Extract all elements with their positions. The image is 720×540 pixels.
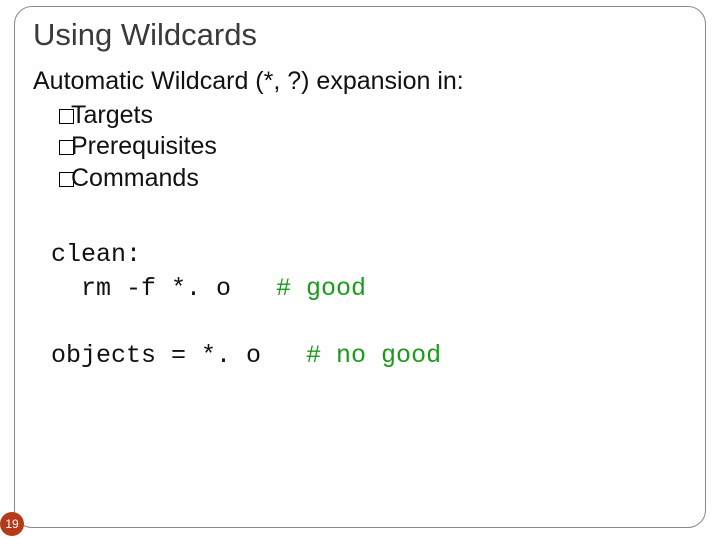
- code-comment: # no good: [306, 341, 441, 370]
- code-text: rm -f *. o: [51, 274, 276, 303]
- list-item: Prerequisites: [59, 131, 705, 162]
- code-example-2: objects = *. o # no good: [33, 305, 705, 370]
- slide-title: Using Wildcards: [15, 7, 705, 53]
- code-line: clean:: [51, 238, 705, 272]
- slide-body: Automatic Wildcard (*, ?) expansion in: …: [15, 53, 705, 370]
- code-example-1: clean: rm -f *. o # good: [33, 194, 705, 306]
- intro-text: Automatic Wildcard (*, ?) expansion in:: [33, 67, 705, 96]
- bullet-list: Targets Prerequisites Commands: [33, 96, 705, 194]
- slide-frame: Using Wildcards Automatic Wildcard (*, ?…: [14, 6, 706, 528]
- code-line: objects = *. o # no good: [51, 341, 705, 370]
- code-text: objects = *. o: [51, 341, 306, 370]
- list-item: Commands: [59, 163, 705, 194]
- code-line: rm -f *. o # good: [51, 272, 705, 306]
- list-item: Targets: [59, 100, 705, 131]
- bullet-label: Commands: [71, 164, 199, 192]
- bullet-label: Prerequisites: [71, 132, 217, 160]
- code-comment: # good: [276, 274, 366, 303]
- page-number-badge: 19: [0, 512, 24, 536]
- bullet-label: Targets: [71, 101, 153, 129]
